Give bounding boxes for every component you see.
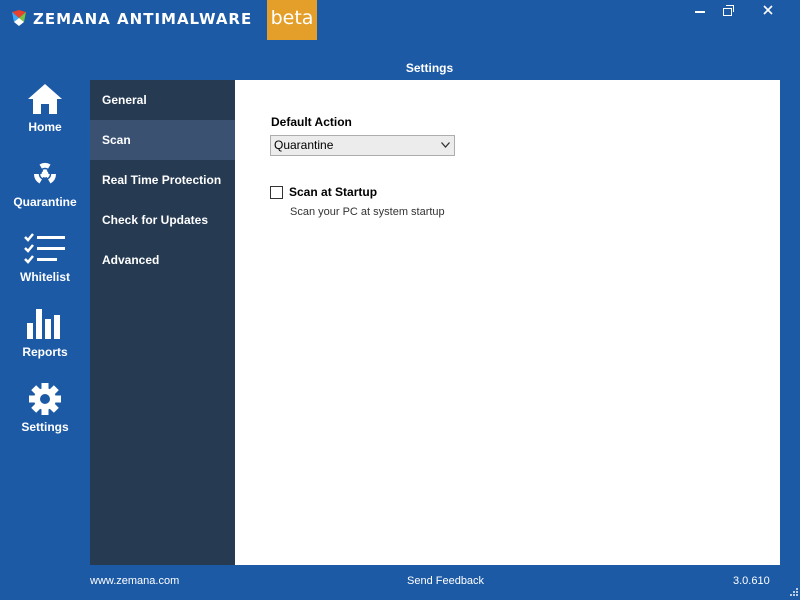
nav-quarantine-label: Quarantine — [13, 195, 77, 209]
radiation-icon — [34, 163, 56, 184]
footer: www.zemana.com Send Feedback 3.0.610 — [0, 565, 800, 600]
nav-home-label: Home — [28, 120, 62, 134]
send-feedback-link[interactable]: Send Feedback — [407, 575, 484, 587]
settings-sidebar: General Scan Real Time Protection Check … — [90, 80, 235, 565]
home-icon — [28, 84, 62, 114]
nav-reports-label: Reports — [22, 345, 68, 359]
scan-at-startup-description: Scan your PC at system startup — [290, 206, 445, 218]
bar-chart-icon — [27, 309, 60, 339]
settings-item-check-for-updates[interactable]: Check for Updates — [90, 200, 235, 240]
nav-whitelist[interactable]: Whitelist — [0, 232, 90, 307]
gear-icon — [29, 383, 61, 415]
title-bar: ZEMANA ANTIMALWARE beta — [0, 0, 800, 40]
settings-item-advanced[interactable]: Advanced — [90, 240, 235, 280]
chevron-down-icon — [441, 142, 450, 148]
settings-item-scan[interactable]: Scan — [90, 120, 235, 160]
beta-badge: beta — [267, 0, 317, 40]
scan-at-startup-label[interactable]: Scan at Startup — [289, 185, 377, 199]
settings-item-general[interactable]: General — [90, 80, 235, 120]
maximize-button[interactable] — [711, 0, 745, 20]
default-action-value: Quarantine — [274, 138, 334, 152]
close-button[interactable] — [748, 0, 788, 20]
resize-grip-icon[interactable] — [787, 587, 798, 598]
settings-item-real-time-protection[interactable]: Real Time Protection — [90, 160, 235, 200]
zemana-logo-icon — [12, 10, 26, 26]
checklist-icon — [24, 233, 65, 264]
nav-settings[interactable]: Settings — [0, 382, 90, 457]
nav-whitelist-label: Whitelist — [20, 270, 70, 284]
nav-quarantine[interactable]: Quarantine — [0, 157, 90, 232]
default-action-select[interactable]: Quarantine — [270, 135, 455, 156]
restore-icon — [722, 5, 734, 16]
minimize-icon — [695, 11, 705, 13]
nav-reports[interactable]: Reports — [0, 307, 90, 382]
page-title: Settings — [405, 61, 454, 75]
website-link[interactable]: www.zemana.com — [90, 575, 179, 587]
version-label: 3.0.610 — [733, 575, 770, 587]
app-title: ZEMANA ANTIMALWARE — [33, 10, 253, 28]
nav-home[interactable]: Home — [0, 82, 90, 157]
default-action-label: Default Action — [271, 115, 352, 129]
scan-at-startup-checkbox[interactable] — [270, 186, 283, 199]
scan-settings-panel: Default Action Quarantine Scan at Startu… — [235, 80, 780, 565]
close-icon — [763, 5, 773, 15]
nav-settings-label: Settings — [21, 420, 69, 434]
